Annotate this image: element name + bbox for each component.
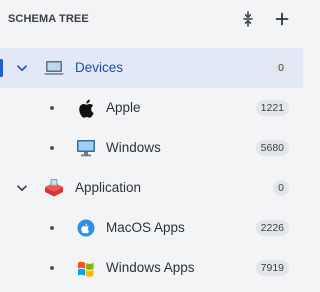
tree-bullet [50, 266, 54, 270]
count-badge: 0 [273, 180, 289, 196]
application-stack-icon [43, 178, 65, 198]
tree-node-label: Application [75, 180, 142, 195]
schema-tree-header: SCHEMA TREE [0, 0, 303, 38]
tree-node-devices[interactable]: Devices 0 [0, 48, 303, 88]
tree-node-label: MacOS Apps [106, 220, 185, 235]
chevron-down-icon[interactable] [15, 181, 29, 195]
tree-node-label: Devices [75, 60, 124, 75]
panel-title: SCHEMA TREE [8, 13, 89, 25]
count-badge: 7919 [255, 260, 289, 276]
collapse-all-icon[interactable] [239, 10, 257, 28]
count-badge: 2226 [255, 220, 289, 236]
tree-bullet [50, 146, 54, 150]
plus-icon[interactable] [273, 10, 291, 28]
tree-node-application[interactable]: Application 0 [0, 168, 303, 208]
count-badge: 1221 [255, 100, 289, 116]
tree-node-label: Windows [106, 140, 161, 155]
tree-node-label: Windows Apps [106, 260, 195, 275]
count-badge: 0 [273, 60, 289, 76]
schema-tree: Devices 0 Apple 1221 Windows 5680 Applic… [0, 48, 303, 288]
windows-flag-icon [75, 258, 97, 278]
tree-bullet [50, 226, 54, 230]
chevron-down-icon[interactable] [15, 61, 29, 75]
macos-finder-icon [75, 218, 97, 238]
tree-node-apple[interactable]: Apple 1221 [0, 88, 303, 128]
apple-logo-icon [75, 98, 97, 118]
count-badge: 5680 [255, 140, 289, 156]
tree-bullet [50, 106, 54, 110]
monitor-laptop-icon [43, 58, 65, 78]
schema-tree-panel: SCHEMA TREE Devices 0 Apple 1221 Windows… [0, 0, 303, 292]
windows-desktop-icon [75, 138, 97, 158]
header-actions [239, 10, 291, 28]
selection-indicator [0, 59, 3, 77]
tree-node-windows[interactable]: Windows 5680 [0, 128, 303, 168]
tree-node-macos-apps[interactable]: MacOS Apps 2226 [0, 208, 303, 248]
tree-node-label: Apple [106, 100, 141, 115]
tree-node-windows-apps[interactable]: Windows Apps 7919 [0, 248, 303, 288]
